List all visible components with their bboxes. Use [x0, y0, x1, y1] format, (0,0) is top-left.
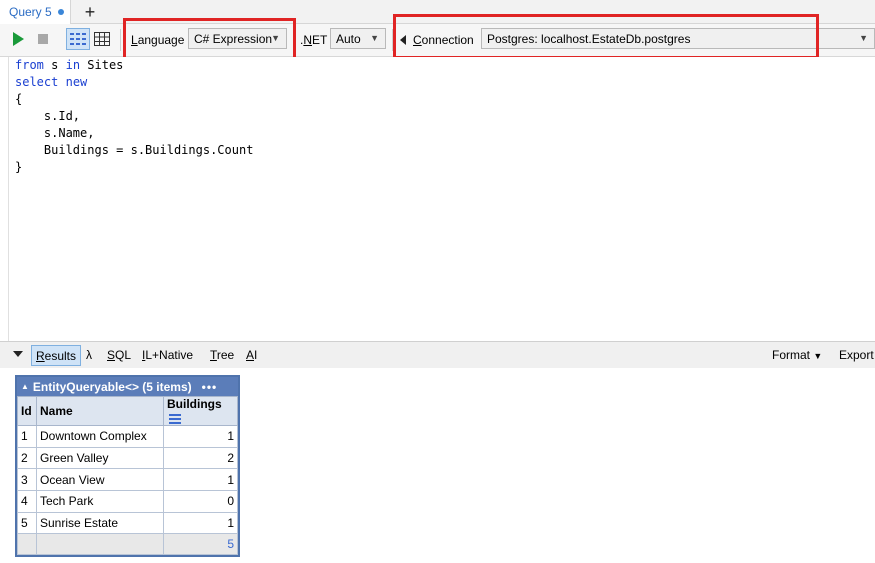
code-text: from s in Sites select new{ s.Id, s.Name,…	[15, 57, 253, 176]
code-line: }	[15, 159, 253, 176]
format-menu-button[interactable]: Format ▼	[772, 348, 822, 362]
chevron-down-icon: ▼	[813, 351, 823, 361]
more-options-icon[interactable]: •••	[202, 380, 218, 394]
cell-id[interactable]: 1	[17, 425, 37, 448]
tab-il-native[interactable]: IL+Native	[142, 348, 193, 362]
cell-buildings[interactable]: 1	[163, 425, 238, 448]
result-table-title: EntityQueryable<> (5 items)	[32, 379, 192, 394]
connection-value: Postgres: localhost.EstateDb.postgres	[487, 31, 691, 46]
tab-ai[interactable]: AI	[246, 348, 257, 362]
cell-name[interactable]: Ocean View	[36, 468, 164, 492]
chevron-down-icon: ▼	[271, 33, 280, 43]
cell-id[interactable]: 4	[17, 490, 37, 513]
column-header-id[interactable]: Id	[17, 396, 37, 426]
export-button[interactable]: Export	[839, 348, 874, 362]
query-toolbar: Language C# Expression ▼ .NET Auto ▼ Con…	[0, 24, 875, 57]
language-select[interactable]: C# Expression ▼	[188, 28, 287, 49]
add-tab-button[interactable]: +	[80, 1, 100, 23]
cell-buildings[interactable]: 2	[163, 446, 238, 470]
code-line: {	[15, 91, 253, 108]
toolbar-separator	[120, 29, 121, 51]
result-grid: Id Name Buildings 1 Downtown Complex 1 2 Gre…	[17, 396, 238, 556]
code-keyword: new	[65, 75, 88, 89]
code-keyword: in	[65, 58, 81, 72]
cell-buildings[interactable]: 1	[163, 468, 238, 492]
column-header-name[interactable]: Name	[36, 396, 164, 426]
column-header-buildings[interactable]: Buildings	[163, 396, 238, 426]
chevron-down-icon: ▼	[370, 33, 379, 43]
tab-results[interactable]: Results	[31, 345, 82, 366]
code-token: {	[15, 92, 23, 106]
dotnet-label: .NET	[300, 33, 328, 47]
dotnet-value: Auto	[336, 31, 361, 46]
cell-name[interactable]: Green Valley	[36, 446, 164, 470]
results-to-rich-text-button[interactable]	[66, 28, 90, 50]
code-keyword: select	[15, 75, 59, 89]
code-token: s	[43, 58, 66, 72]
table-row: 1 Downtown Complex 1	[17, 425, 238, 448]
table-row: 3 Ocean View 1	[17, 468, 238, 492]
data-grid-icon	[94, 32, 110, 46]
code-token: Buildings = s.Buildings.Count	[15, 143, 254, 157]
code-token: Sites	[80, 58, 124, 72]
language-label: Language	[131, 33, 185, 47]
table-row: 5 Sunrise Estate 1	[17, 511, 238, 535]
query-editor[interactable]: from s in Sites select new{ s.Id, s.Name,…	[8, 57, 875, 341]
cell-name[interactable]: Sunrise Estate	[36, 511, 164, 535]
unsaved-dot-icon	[57, 9, 64, 15]
code-line: s.Name,	[15, 125, 253, 142]
collapse-results-icon[interactable]	[13, 351, 23, 357]
totals-cell	[36, 533, 164, 556]
cell-buildings[interactable]: 0	[163, 490, 238, 513]
code-line: select new	[15, 74, 253, 91]
code-line: s.Id,	[15, 108, 253, 125]
cell-name[interactable]: Tech Park	[36, 490, 164, 513]
stop-icon[interactable]	[38, 34, 48, 44]
connection-select[interactable]: Postgres: localhost.EstateDb.postgres ▼	[481, 28, 875, 49]
connection-label: Connection	[413, 33, 474, 47]
tab-tree[interactable]: Tree	[210, 348, 234, 362]
results-to-grid-button[interactable]	[90, 28, 114, 50]
tab-strip: Query 5 +	[0, 0, 875, 24]
code-token: }	[15, 160, 23, 174]
rich-text-results-icon	[70, 33, 86, 45]
cell-id[interactable]: 3	[17, 468, 37, 492]
code-token: s.Id,	[15, 109, 81, 123]
result-table-header[interactable]: ▲ EntityQueryable<> (5 items) •••	[17, 377, 238, 396]
language-value: C# Expression	[194, 31, 273, 46]
code-token: s.Name,	[15, 126, 95, 140]
chevron-down-icon: ▼	[859, 33, 868, 43]
dotnet-version-select[interactable]: Auto ▼	[330, 28, 386, 49]
totals-row: 5	[17, 533, 238, 556]
table-row: 4 Tech Park 0	[17, 490, 238, 513]
tab-sql[interactable]: SQL	[107, 348, 131, 362]
totals-cell	[17, 533, 37, 556]
tab-query-5[interactable]: Query 5	[0, 0, 71, 24]
cell-name[interactable]: Downtown Complex	[36, 425, 164, 448]
tab-label: Query 5	[9, 5, 52, 19]
result-table: ▲ EntityQueryable<> (5 items) ••• Id Nam…	[15, 375, 240, 558]
code-line: from s in Sites	[15, 57, 253, 74]
toolbar-separator	[392, 29, 393, 51]
column-menu-icon[interactable]	[169, 413, 181, 424]
table-row: 2 Green Valley 2	[17, 446, 238, 470]
code-keyword: from	[15, 58, 44, 72]
cell-id[interactable]: 5	[17, 511, 37, 535]
run-icon[interactable]	[13, 32, 24, 46]
collapse-up-icon[interactable]: ▲	[21, 382, 29, 391]
buildings-total: 5	[163, 533, 238, 556]
results-panel: ▲ EntityQueryable<> (5 items) ••• Id Nam…	[0, 368, 875, 563]
cell-buildings[interactable]: 1	[163, 511, 238, 535]
tab-lambda[interactable]: λ	[86, 348, 92, 362]
collapse-left-icon[interactable]	[400, 35, 406, 45]
code-line: Buildings = s.Buildings.Count	[15, 142, 254, 159]
results-bar: Results λ SQL IL+Native Tree AI Format ▼…	[0, 341, 875, 368]
cell-id[interactable]: 2	[17, 446, 37, 470]
